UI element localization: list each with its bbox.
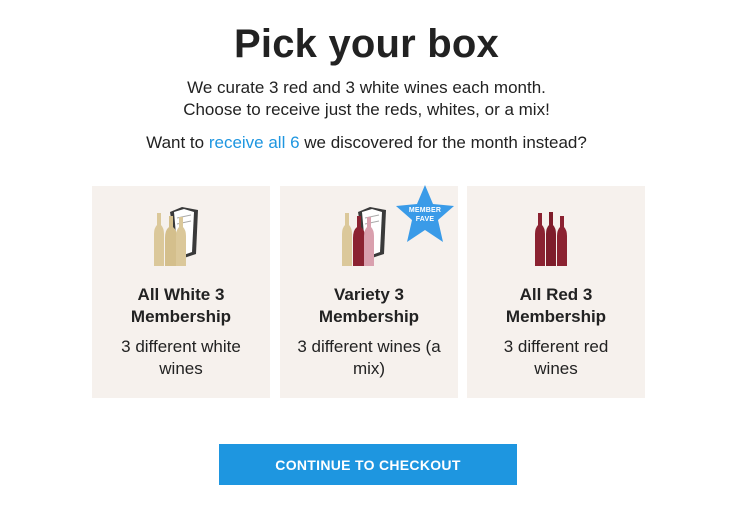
card-description: 3 different red wines [503,337,609,378]
member-fave-badge: MEMBER FAVE [394,184,456,246]
variety-membership-card[interactable]: MEMBER FAVE Variety 3 Membership 3 differe… [280,184,458,398]
badge-text: MEMBER FAVE [408,207,442,223]
card-title: Variety 3 Membership [318,285,420,326]
subtitle-line-1: We curate 3 red and 3 white wines each m… [187,78,546,97]
prompt-suffix: we discovered for the month instead? [299,133,587,152]
subtitle-line-2: Choose to receive just the reds, whites,… [183,100,550,119]
card-description: 3 different white wines [121,337,241,378]
red-wine-bottles-icon [535,212,567,266]
mixed-wine-bottles-icon [342,207,386,266]
card-description: 3 different wines (a mix) [297,337,441,378]
card-title: All White 3 Membership [130,285,232,326]
card-title: All Red 3 Membership [505,285,607,326]
prompt-prefix: Want to [146,133,209,152]
receive-all-prompt: Want to receive all 6 we discovered for … [0,132,733,154]
continue-to-checkout-button[interactable]: CONTINUE TO CHECKOUT [219,444,517,485]
all-white-membership-card[interactable]: All White 3 Membership 3 different white w… [92,186,270,398]
white-wine-bottles-icon [154,207,198,266]
all-red-membership-card[interactable]: All Red 3 Membership 3 different red wines [467,186,645,398]
receive-all-link[interactable]: receive all 6 [209,133,300,152]
page-title: Pick your box [234,22,499,66]
